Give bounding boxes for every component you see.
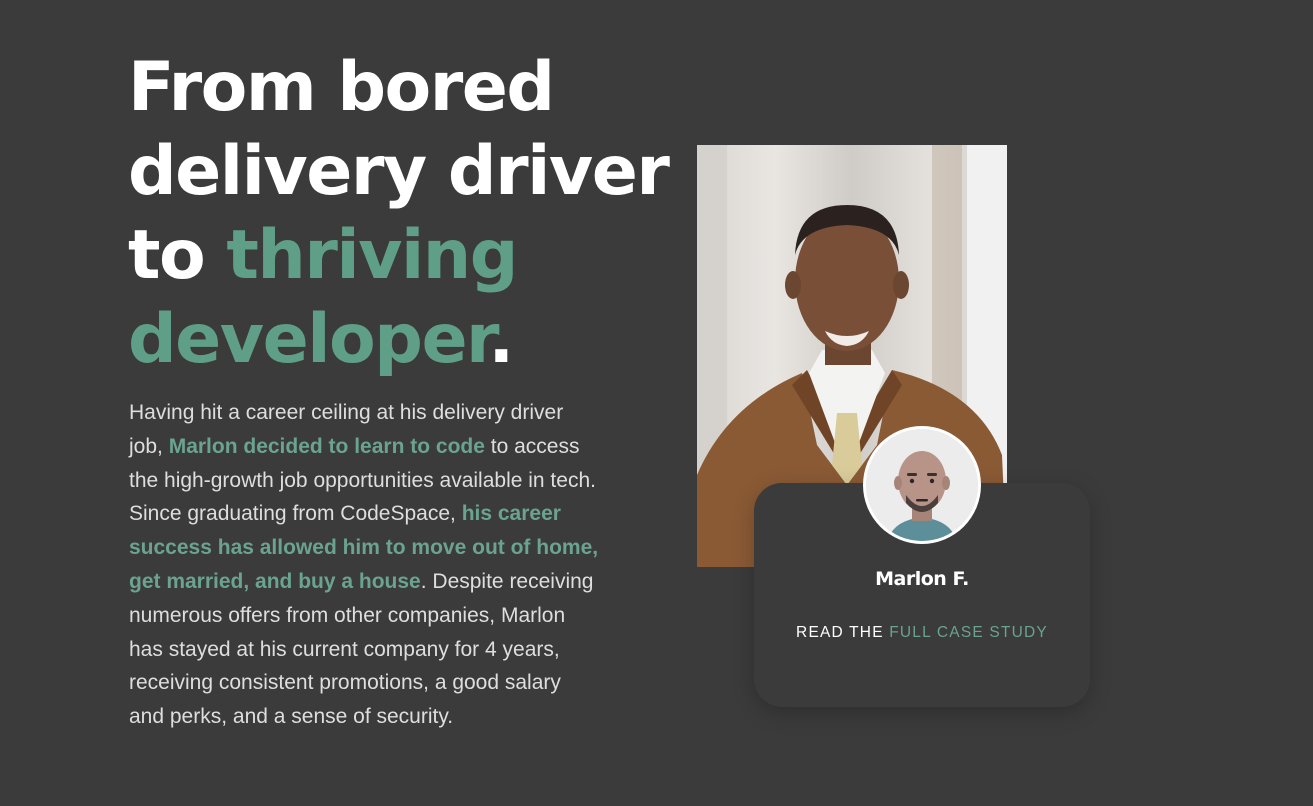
full-case-study-link[interactable]: FULL CASE STUDY bbox=[889, 624, 1048, 641]
headline-line-2: delivery driver bbox=[128, 132, 670, 211]
cta-prefix: READ THE bbox=[796, 624, 890, 641]
headline-line-3-plain: to bbox=[128, 216, 227, 295]
testimonial-name: Marlon F. bbox=[875, 568, 969, 590]
story-paragraph: Having hit a career ceiling at his deliv… bbox=[129, 396, 599, 734]
headline: From bored delivery driver to thriving d… bbox=[128, 46, 688, 382]
bald-man-avatar-icon bbox=[866, 429, 978, 541]
case-study-cta: READ THE FULL CASE STUDY bbox=[754, 624, 1090, 642]
headline-accent-thriving: thriving bbox=[226, 216, 518, 295]
headline-accent-developer: developer bbox=[128, 300, 490, 379]
headline-period: . bbox=[488, 300, 514, 379]
headline-line-1: From bored bbox=[128, 48, 555, 127]
story-text-3: . Despite receiving numerous offers from… bbox=[129, 569, 594, 729]
story-highlight-1: Marlon decided to learn to code bbox=[168, 434, 485, 458]
